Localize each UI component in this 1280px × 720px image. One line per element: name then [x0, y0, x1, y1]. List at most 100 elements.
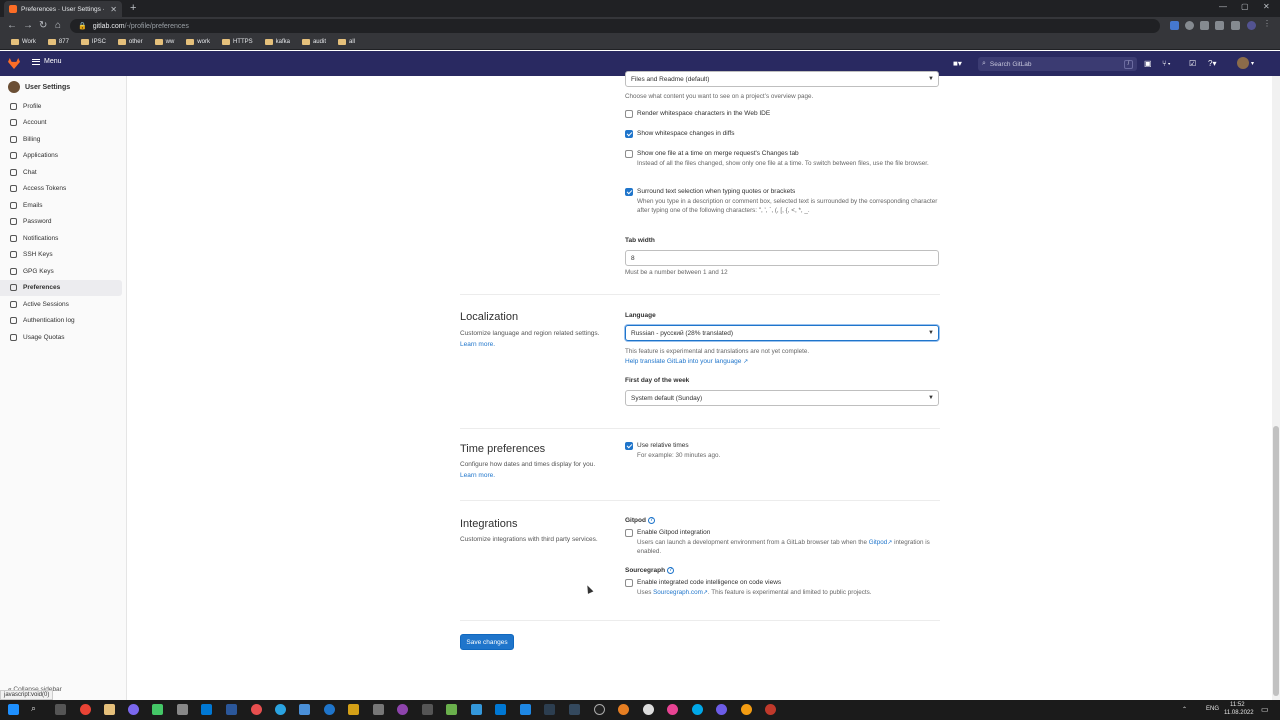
app-icon[interactable] — [618, 704, 629, 715]
bookmark-folder[interactable]: 877 — [43, 39, 74, 45]
sidebar-item-profile[interactable]: Profile — [0, 98, 122, 115]
sidebar-item-usage-quotas[interactable]: Usage Quotas — [0, 329, 122, 346]
sidebar-item-emails[interactable]: Emails — [0, 197, 122, 214]
close-tab-icon[interactable]: ✕ — [110, 5, 117, 14]
extension-icon[interactable] — [1185, 21, 1194, 30]
issues-icon[interactable]: ▣ — [1144, 59, 1152, 68]
outlook-icon[interactable] — [201, 704, 212, 715]
reading-list-icon[interactable] — [1215, 21, 1224, 30]
menu-button[interactable]: Menu — [32, 58, 62, 65]
bookmark-folder[interactable]: audit — [297, 39, 331, 45]
localization-learn-more-link[interactable]: Learn more. — [460, 341, 495, 348]
extensions-puzzle-icon[interactable] — [1200, 21, 1209, 30]
forward-icon[interactable]: → — [23, 20, 33, 31]
app-icon[interactable] — [397, 704, 408, 715]
question-icon[interactable]: ? — [647, 517, 655, 524]
sidebar-item-active-sessions[interactable]: Active Sessions — [0, 296, 122, 313]
app-icon[interactable] — [446, 704, 457, 715]
telegram-icon[interactable] — [275, 704, 286, 715]
clock-date[interactable]: 11.08.2022 — [1224, 710, 1254, 716]
sourcegraph-checkbox[interactable] — [625, 579, 633, 587]
one-file-checkbox[interactable] — [625, 150, 633, 158]
app-icon[interactable] — [152, 704, 163, 715]
maximize-icon[interactable]: ▢ — [1241, 2, 1249, 11]
sidebar-item-applications[interactable]: Applications — [0, 148, 122, 165]
search-icon[interactable]: ⌕ — [31, 703, 42, 714]
chevron-down-icon[interactable]: ▾ — [1251, 60, 1254, 67]
app-icon[interactable] — [471, 704, 482, 715]
app-icon[interactable] — [667, 704, 678, 715]
chrome-app-icon[interactable] — [80, 704, 91, 715]
clock-time[interactable]: 11:52 — [1230, 702, 1245, 708]
time-preferences-learn-more-link[interactable]: Learn more. — [460, 472, 495, 479]
browser-tab[interactable]: Preferences · User Settings · GitL ✕ — [4, 1, 122, 17]
sidebar-item-gpg-keys[interactable]: GPG Keys — [0, 263, 122, 280]
app-icon[interactable] — [569, 704, 580, 715]
sidebar-item-access-tokens[interactable]: Access Tokens — [0, 181, 122, 198]
first-day-select[interactable]: System default (Sunday) ▼ — [625, 390, 939, 406]
bookmark-folder[interactable]: work — [181, 39, 215, 45]
sidebar-item-chat[interactable]: Chat — [0, 164, 122, 181]
profile-avatar-icon[interactable] — [1247, 21, 1256, 30]
app-icon[interactable] — [520, 704, 531, 715]
bookmark-folder[interactable]: Work — [6, 39, 41, 45]
gitpod-checkbox[interactable] — [625, 529, 633, 537]
app-icon[interactable] — [643, 704, 654, 715]
app-icon[interactable] — [373, 704, 384, 715]
surround-selection-checkbox[interactable] — [625, 188, 633, 196]
save-changes-button[interactable]: Save changes — [460, 634, 514, 650]
help-icon[interactable]: ?▾ — [1208, 59, 1216, 68]
question-icon[interactable]: ? — [667, 567, 675, 574]
notifications-icon[interactable]: ▭ — [1261, 705, 1269, 714]
sidebar-item-billing[interactable]: Billing — [0, 131, 122, 148]
app-icon[interactable] — [594, 704, 605, 715]
close-window-icon[interactable]: ✕ — [1263, 2, 1270, 11]
sidebar-header[interactable]: User Settings — [0, 76, 126, 98]
language-select[interactable]: Russian - русский (28% translated) ▼ — [625, 325, 939, 341]
app-icon[interactable] — [422, 704, 433, 715]
todos-icon[interactable]: ☑ — [1189, 59, 1196, 68]
minimize-icon[interactable]: — — [1219, 2, 1227, 11]
user-avatar[interactable] — [1237, 57, 1249, 69]
app-icon[interactable] — [348, 704, 359, 715]
app-icon[interactable] — [251, 704, 262, 715]
home-icon[interactable]: ⌂ — [55, 20, 61, 31]
bookmark-folder[interactable]: kafka — [260, 39, 295, 45]
scrollbar-thumb[interactable] — [1273, 426, 1279, 696]
skype-icon[interactable] — [692, 704, 703, 715]
app-icon[interactable] — [716, 704, 727, 715]
language-indicator[interactable]: ENG — [1206, 706, 1219, 712]
sidebar-item-notifications[interactable]: Notifications — [0, 230, 122, 247]
word-icon[interactable] — [226, 704, 237, 715]
gitlab-logo-icon[interactable] — [8, 58, 20, 69]
app-icon[interactable] — [299, 704, 310, 715]
app-icon[interactable] — [741, 704, 752, 715]
app-icon[interactable] — [765, 704, 776, 715]
address-bar[interactable]: 🔒 gitlab.com /-/profile/preferences — [70, 19, 1160, 33]
side-panel-icon[interactable] — [1231, 21, 1240, 30]
app-icon[interactable] — [495, 704, 506, 715]
app-icon[interactable] — [128, 704, 139, 715]
sidebar-item-account[interactable]: Account — [0, 115, 122, 132]
file-explorer-icon[interactable] — [104, 704, 115, 715]
app-icon[interactable] — [544, 704, 555, 715]
bookmark-folder[interactable]: ww — [150, 39, 180, 45]
app-icon[interactable] — [324, 704, 335, 715]
merge-requests-icon[interactable]: ⑂▾ — [1162, 59, 1172, 68]
task-view-icon[interactable] — [55, 704, 66, 715]
bookmark-folder[interactable]: HTTPS — [217, 39, 258, 45]
project-overview-select[interactable]: Files and Readme (default) ▼ — [625, 71, 939, 87]
extension-icon[interactable] — [1170, 21, 1179, 30]
sidebar-item-authentication-log[interactable]: Authentication log — [0, 313, 122, 330]
create-new-icon[interactable]: ■▾ — [953, 59, 962, 68]
sidebar-item-ssh-keys[interactable]: SSH Keys — [0, 247, 122, 264]
relative-times-checkbox[interactable] — [625, 442, 633, 450]
tab-width-input[interactable]: 8 — [625, 250, 939, 266]
app-icon[interactable] — [177, 704, 188, 715]
browser-menu-icon[interactable]: ⋮ — [1263, 19, 1272, 28]
back-icon[interactable]: ← — [7, 20, 17, 31]
render-whitespace-checkbox[interactable] — [625, 110, 633, 118]
bookmark-folder[interactable]: IPSC — [76, 39, 111, 45]
show-whitespace-checkbox[interactable] — [625, 130, 633, 138]
tray-chevron-icon[interactable]: ⌃ — [1182, 706, 1187, 713]
